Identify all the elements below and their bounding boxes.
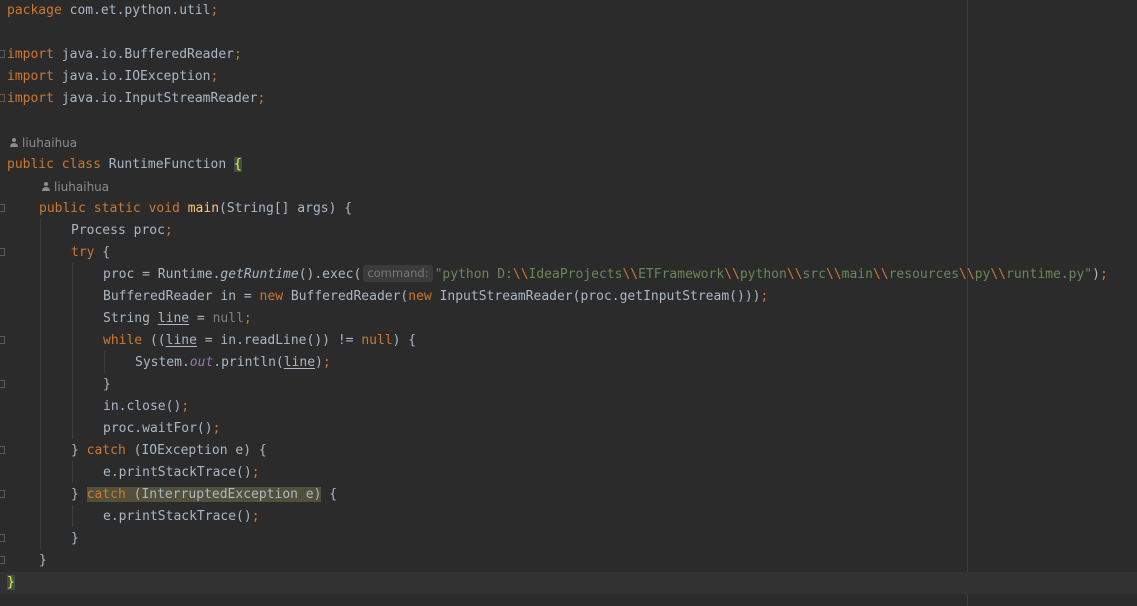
code-line[interactable]: while ((line = in.readLine()) != null) { <box>0 330 1137 352</box>
keyword: null <box>212 311 244 326</box>
static-field: out <box>189 355 214 370</box>
code-line[interactable]: e.printStackTrace(); <box>0 506 1137 528</box>
semicolon: ; <box>164 223 173 238</box>
code-line-method-declaration[interactable]: public static void main(String[] args) { <box>0 198 1137 220</box>
import-name: java.io.InputStreamReader <box>53 91 258 106</box>
code-editor[interactable]: package com.et.python.util; import java.… <box>0 0 1137 606</box>
code-line[interactable]: proc = Runtime.getRuntime().exec(command… <box>0 264 1137 286</box>
code-line[interactable]: } <box>0 528 1137 550</box>
import-name: java.io.BufferedReader <box>53 47 234 62</box>
semicolon: ; <box>760 289 769 304</box>
code-line[interactable]: try { <box>0 242 1137 264</box>
code-line[interactable]: } catch (IOException e) { <box>0 440 1137 462</box>
person-icon <box>9 138 19 148</box>
method-author-hint[interactable]: liuhaihua <box>41 176 109 198</box>
code-line-class-declaration[interactable]: public class RuntimeFunction { <box>0 154 1137 176</box>
import-name: java.io.IOException <box>53 69 211 84</box>
variable: line <box>283 355 316 370</box>
parameter-name-hint: command: <box>363 265 433 282</box>
code-line-current[interactable]: } <box>0 572 1137 594</box>
author-name: liuhaihua <box>22 136 78 150</box>
keyword: package <box>7 3 62 18</box>
variable: line <box>157 311 190 326</box>
keyword: try <box>71 245 95 260</box>
code-line-import[interactable]: import java.io.InputStreamReader; <box>0 88 1137 110</box>
semicolon: ; <box>212 421 221 436</box>
semicolon: ; <box>251 465 260 480</box>
code-line[interactable]: String line = null; <box>0 308 1137 330</box>
code-line-import[interactable]: import java.io.IOException; <box>0 66 1137 88</box>
keyword: public class <box>7 157 101 172</box>
variable: line <box>165 333 197 348</box>
code-line[interactable]: } catch (InterruptedException e) { <box>0 484 1137 506</box>
code-line-import[interactable]: import java.io.BufferedReader; <box>0 44 1137 66</box>
code-line[interactable]: BufferedReader in = new BufferedReader(n… <box>0 286 1137 308</box>
keyword: while <box>103 333 143 348</box>
package-name: com.et.python.util <box>61 3 211 18</box>
code-line[interactable]: in.close(); <box>0 396 1137 418</box>
semicolon: ; <box>181 399 190 414</box>
keyword: new <box>408 289 432 304</box>
code-line[interactable]: } <box>0 374 1137 396</box>
semicolon: ; <box>210 69 219 84</box>
semicolon: ; <box>210 3 219 18</box>
keyword: import <box>7 69 54 84</box>
keyword: null <box>361 333 393 348</box>
code-line[interactable]: System.out.println(line); <box>0 352 1137 374</box>
semicolon: ; <box>251 509 260 524</box>
semicolon: ; <box>233 47 242 62</box>
keyword: new <box>259 289 284 304</box>
string-literal: "python D:\\IdeaProjects\\ETFramework\\p… <box>434 267 1093 282</box>
keyword: import <box>7 47 54 62</box>
semicolon: ; <box>322 355 331 370</box>
warning-highlight[interactable]: catch (InterruptedException e) <box>86 487 322 502</box>
keyword: import <box>7 91 54 106</box>
matched-brace: } <box>7 575 15 590</box>
author-name: liuhaihua <box>54 180 110 194</box>
code-line-package[interactable]: package com.et.python.util; <box>0 0 1137 22</box>
code-line[interactable]: e.printStackTrace(); <box>0 462 1137 484</box>
class-author-hint[interactable]: liuhaihua <box>9 132 77 154</box>
keyword: catch <box>86 487 126 502</box>
method-name: main <box>187 201 220 216</box>
keyword: public static void <box>39 201 180 216</box>
matched-brace: { <box>233 157 242 172</box>
author-hint-line: liuhaihua <box>0 132 1137 154</box>
semicolon: ; <box>1099 267 1108 282</box>
person-icon <box>41 182 51 192</box>
code-line[interactable]: Process proc; <box>0 220 1137 242</box>
author-hint-line: liuhaihua <box>0 176 1137 198</box>
method-call: getRuntime <box>220 267 299 282</box>
keyword: catch <box>86 443 126 458</box>
method-params: (String[] args) { <box>219 201 353 216</box>
class-name: RuntimeFunction <box>100 157 234 172</box>
code-line[interactable]: proc.waitFor(); <box>0 418 1137 440</box>
code-line[interactable]: } <box>0 550 1137 572</box>
semicolon: ; <box>257 91 266 106</box>
semicolon: ; <box>243 311 252 326</box>
